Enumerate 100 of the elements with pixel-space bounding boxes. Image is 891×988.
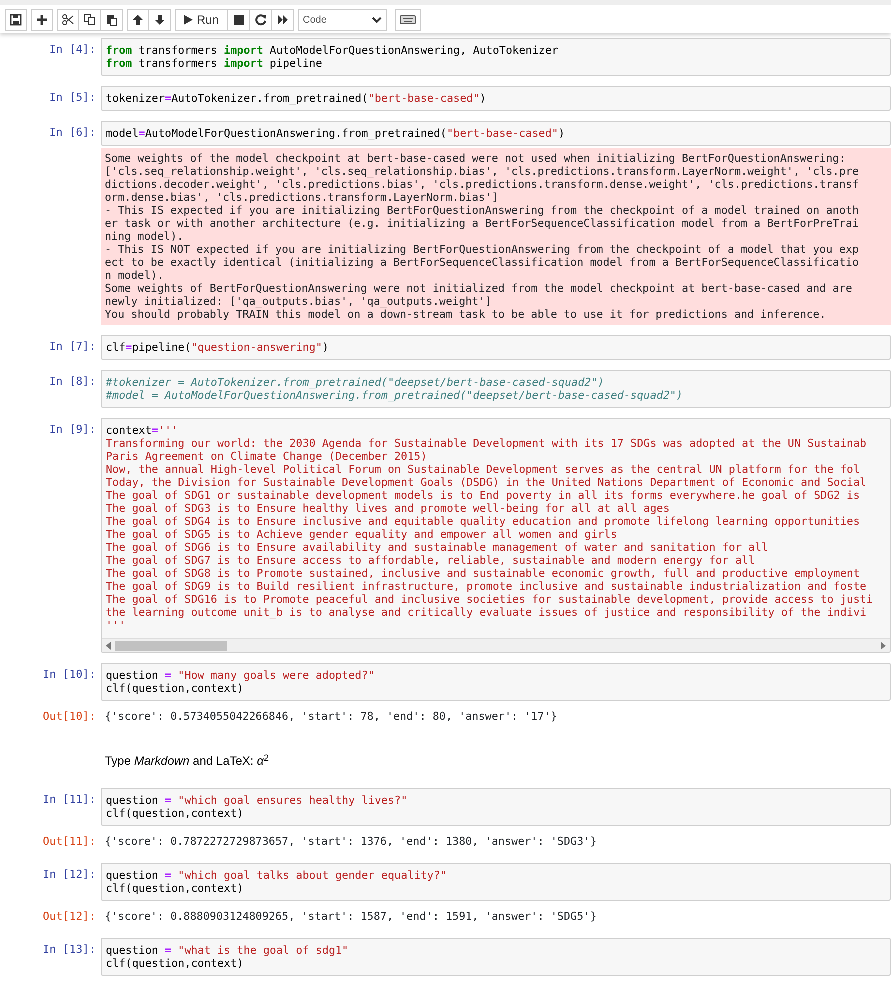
output-line: {'score': 0.7872272729873657, 'start': 1376, 'end': 1380, 'answer': 'SDG3'} — [105, 835, 598, 848]
stop-icon — [232, 14, 245, 26]
move-up-button[interactable] — [127, 9, 149, 31]
up-arrow-icon — [132, 14, 144, 26]
cell-prompt: In [5]: — [48, 90, 97, 106]
copy-icon — [84, 14, 96, 26]
code-line: #model = AutoModelForQuestionAnswering.from_pretrained("deepset/bert-base-cased-squad2") — [106, 389, 684, 402]
code-line: question = "which goal ensures healthy lives?" — [106, 794, 409, 807]
code-editor[interactable]: #tokenizer = AutoTokenizer.from_pretrained("deepset/bert-base-cased-squad2") #model = AutoModelForQuestionAnswering.from_pretrained("deepset/bert-base-cased-squad2") — [101, 370, 891, 408]
code-line: Paris Agreement on Climate Change (December 2015) — [106, 450, 428, 463]
code-line: The goal of SDG8 is to Promote sustained, inclusive and sustainable economic growth, full and productive employment — [106, 567, 862, 580]
cell-prompt: In [11]: — [42, 792, 97, 808]
cut-button[interactable] — [57, 9, 79, 31]
output-line: - This IS NOT expected if you are initializing BertForQuestionAnswering from the checkpoint of a model that you exp — [105, 243, 860, 256]
restart-button[interactable] — [250, 9, 272, 31]
code-line: question = "what is the goal of sdg1" — [106, 944, 350, 957]
code-line: clf(question,context) — [106, 807, 245, 820]
code-line: #tokenizer = AutoTokenizer.from_pretrained("deepset/bert-base-cased-squad2") — [106, 376, 606, 389]
output-line: orm.dense.bias', 'cls.predictions.transform.LayerNorm.bias'] — [105, 191, 500, 204]
output-line: {'score': 0.5734055042266846, 'start': 78, 'end': 80, 'answer': '17'} — [105, 710, 558, 723]
code-line: clf(question,context) — [106, 682, 245, 695]
scissors-icon — [62, 14, 74, 26]
cell-prompt: In [9]: — [48, 422, 97, 438]
horizontal-scrollbar[interactable] — [102, 638, 890, 652]
output-line: n model). — [105, 269, 166, 282]
down-arrow-icon — [154, 14, 166, 26]
restart-icon — [254, 14, 267, 26]
code-editor[interactable]: from transformers import AutoModelForQuestionAnswering, AutoTokenizer from transformers import pipeline — [101, 38, 891, 76]
markdown-text: Type Markdown and LaTeX: α$^{2}$ — [104, 752, 270, 770]
code-line: context=''' — [106, 424, 180, 437]
output-line: dictions.decoder.weight', 'cls.predictions.bias', 'cls.predictions.transform.dense.weight', 'cls.predictions.transf — [105, 178, 860, 191]
code-line: The goal of SDG16 is to Promote peaceful and inclusive societies for sustainable development, provide access to justi — [106, 593, 874, 606]
code-line: Today, the Division for Sustainable Development Goals (DSDG) in the United Nations Department of Economic and Social — [106, 476, 868, 489]
code-line: tokenizer=AutoTokenizer.from_pretrained("bert-base-cased") — [106, 92, 488, 105]
code-editor[interactable]: question = "which goal talks about gender equality?" clf(question,context) — [101, 863, 891, 901]
cell-prompt: In [6]: — [48, 125, 97, 141]
output-line: ect to be exactly identical (initializing a BertForSequenceClassification model from a BertForSequenceClassificatio — [105, 256, 860, 269]
code-editor[interactable] — [101, 418, 891, 653]
code-line: The goal of SDG6 is to Ensure availability and sustainable management of water and sanitation for all — [106, 541, 770, 554]
caret-icon — [372, 16, 382, 24]
code-editor[interactable]: clf=pipeline("question-answering") — [101, 335, 891, 360]
output-line: ['cls.seq_relationship.weight', 'cls.seq_relationship.bias', 'cls.predictions.transform.LayerNorm.weight', 'cls.pre — [105, 165, 860, 178]
left-arrow-icon[interactable] — [106, 642, 111, 650]
code-line: question = "which goal talks about gender equality?" — [106, 869, 448, 882]
code-editor[interactable]: model=AutoModelForQuestionAnswering.from_pretrained("bert-base-cased") — [101, 121, 891, 146]
cell-prompt: In [12]: — [42, 867, 97, 883]
code-editor[interactable]: question = "which goal ensures healthy lives?" clf(question,context) — [101, 788, 891, 826]
code-editor[interactable]: tokenizer=AutoTokenizer.from_pretrained("bert-base-cased") — [101, 86, 891, 111]
code-line: clf=pipeline("question-answering") — [106, 341, 330, 354]
paste-button[interactable] — [101, 9, 123, 31]
output-prompt: Out[10]: — [42, 709, 97, 725]
code-line: The goal of SDG5 is to Achieve gender equality and empower all women and girls — [106, 528, 618, 541]
output-line: Some weights of the model checkpoint at bert-base-cased were not used when initializing BertForQuestionAnswering: — [105, 152, 847, 165]
paste-icon — [106, 14, 118, 26]
code-line: clf(question,context) — [106, 957, 245, 970]
code-line: question = "How many goals were adopted?" — [106, 669, 376, 682]
cell-prompt: In [13]: — [42, 942, 97, 958]
cell-prompt: In [7]: — [48, 339, 97, 355]
keyboard-shortcuts-button[interactable] — [395, 9, 422, 31]
save-icon — [10, 14, 22, 26]
keyboard-icon — [400, 14, 416, 26]
move-down-button[interactable] — [149, 9, 171, 31]
plus-icon — [36, 14, 48, 26]
code-editor[interactable]: question = "what is the goal of sdg1" clf(question,context) — [101, 938, 891, 976]
cell-prompt: In [4]: — [48, 42, 97, 58]
output-line: newly initialized: ['qa_outputs.bias', 'qa_outputs.weight'] — [105, 295, 493, 308]
output-line: ning model). — [105, 230, 185, 243]
code-line: model=AutoModelForQuestionAnswering.from_pretrained("bert-base-cased") — [106, 127, 566, 140]
cell-type-dropdown[interactable]: Code — [298, 9, 388, 31]
code-line: from transformers import AutoModelForQuestionAnswering, AutoTokenizer — [106, 44, 560, 57]
fast-forward-icon — [276, 14, 289, 26]
output-prompt: Out[11]: — [42, 834, 97, 850]
insert-cell-button[interactable] — [31, 9, 53, 31]
output-line: {'score': 0.8880903124809265, 'start': 1587, 'end': 1591, 'answer': 'SDG5'} — [105, 910, 598, 923]
cell-prompt: In [10]: — [42, 667, 97, 683]
play-icon — [184, 15, 193, 25]
output-line: You should probably TRAIN this model on a down-stream task to be able to use it for predictions and inference. — [105, 308, 828, 321]
scrollbar-thumb[interactable] — [115, 640, 227, 650]
code-line: The goal of SDG3 is to Ensure healthy lives and promote well-being for all at all ages — [106, 502, 671, 515]
code-line: the learning outcome unit_b is to analyse and critically evaluate issues of justice and responsibility of the indivi — [106, 606, 868, 619]
code-line: Now, the annual High-level Political Forum on Sustainable Development serves as the central UN platform for the fol — [106, 463, 862, 476]
output-line: Some weights of BertForQuestionAnswering were not initialized from the model checkpoint at bert-base-cased and are — [105, 282, 854, 295]
code-line: ''' — [106, 619, 127, 632]
code-editor[interactable]: question = "How many goals were adopted?" clf(question,context) — [101, 663, 891, 701]
run-all-button[interactable] — [272, 9, 294, 31]
cell-prompt: In [8]: — [48, 374, 97, 390]
save-button[interactable] — [5, 9, 27, 31]
code-line: clf(question,context) — [106, 882, 245, 895]
output-line: - This IS expected if you are initializing BertForQuestionAnswering from the checkpoint of a model trained on anoth — [105, 204, 860, 217]
code-line: The goal of SDG7 is to Ensure access to affordable, reliable, sustainable and modern energy for all — [106, 554, 756, 567]
copy-button[interactable] — [79, 9, 101, 31]
right-arrow-icon[interactable] — [881, 642, 886, 650]
output-line: er task or with another architecture (e.g. initializing a BertForSequenceClassification model from a BertForPreTrai — [105, 217, 860, 230]
code-line: The goal of SDG1 or sustainable development models is to End poverty in all its forms everywhere.he goal of SDG2 is — [106, 489, 862, 502]
code-line: The goal of SDG9 is to Build resilient infrastructure, promote inclusive and sustainable industrialization and foste — [106, 580, 868, 593]
code-line: from transformers import pipeline — [106, 57, 324, 70]
run-button[interactable]: Run — [175, 9, 228, 31]
stop-button[interactable] — [228, 9, 250, 31]
code-line: Transforming our world: the 2030 Agenda for Sustainable Development with its 17 SDGs was adopted at the UN Sustainab — [106, 437, 868, 450]
output-prompt: Out[12]: — [42, 909, 97, 925]
